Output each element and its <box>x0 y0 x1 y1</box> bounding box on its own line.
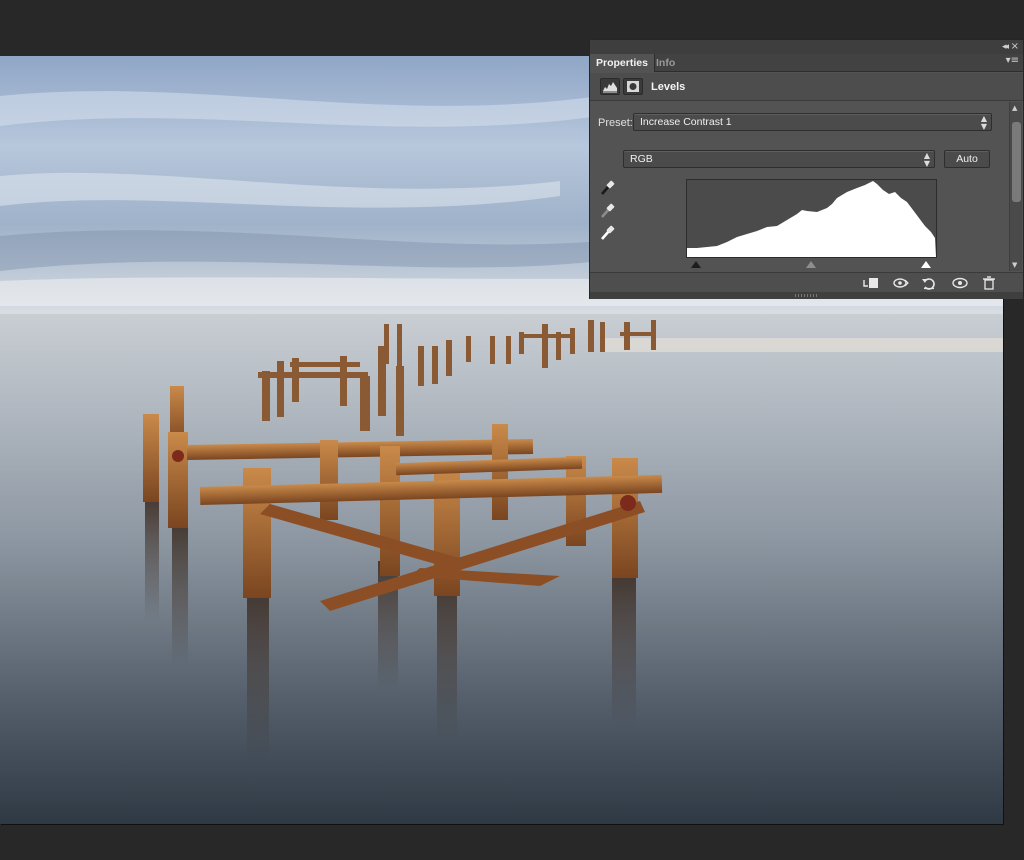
levels-histogram[interactable] <box>686 179 937 258</box>
black-point-eyedropper-icon[interactable] <box>598 179 616 197</box>
scroll-up-icon[interactable]: ▲ <box>1012 104 1017 112</box>
grip-dots <box>795 294 817 297</box>
collapse-panels-icon[interactable]: ◂◂ <box>1002 42 1009 52</box>
clip-to-layer-icon[interactable] <box>862 276 880 290</box>
white-point-eyedropper-icon[interactable] <box>598 224 616 242</box>
workspace: ◂◂ × Properties Info ▾≡ Levels Preset: I… <box>0 0 1024 860</box>
layer-mask-icon <box>627 81 639 92</box>
tab-info[interactable]: Info <box>650 54 681 72</box>
auto-button[interactable]: Auto <box>944 150 990 168</box>
channel-value: RGB <box>630 153 653 165</box>
visibility-eye-icon[interactable] <box>951 276 969 290</box>
scroll-down-icon[interactable]: ▼ <box>1012 261 1017 269</box>
gray-input-slider[interactable] <box>806 261 816 268</box>
levels-adjustment-button[interactable] <box>600 78 620 95</box>
levels-icon <box>603 82 617 93</box>
adjustment-title: Levels <box>651 81 686 93</box>
panel-menu-icon[interactable]: ▾≡ <box>1006 55 1019 66</box>
preset-value: Increase Contrast 1 <box>640 116 732 128</box>
tab-properties[interactable]: Properties <box>590 54 655 72</box>
gray-point-eyedropper-icon[interactable] <box>598 202 616 220</box>
reset-icon[interactable] <box>920 276 938 290</box>
layer-mask-button[interactable] <box>623 78 643 95</box>
trash-icon[interactable] <box>980 276 998 290</box>
dropdown-arrows-icon: ▲ ▼ <box>923 151 930 168</box>
panel-scrollbar[interactable]: ▲ ▼ <box>1009 102 1022 271</box>
view-previous-state-icon[interactable] <box>892 276 910 290</box>
white-input-slider[interactable] <box>921 261 931 268</box>
preset-dropdown[interactable]: Increase Contrast 1 ▲ ▼ <box>633 113 992 131</box>
close-panel-icon[interactable]: × <box>1011 41 1019 52</box>
panel-bottom-toolbar <box>590 272 1023 292</box>
black-input-slider[interactable] <box>691 261 701 268</box>
histogram-graph <box>687 181 936 257</box>
preset-label: Preset: <box>598 117 633 129</box>
adjustment-header: Levels <box>590 73 1023 101</box>
panel-tab-bar: Properties Info ▾≡ <box>590 54 1023 72</box>
dropdown-arrows-icon: ▲ ▼ <box>980 114 987 131</box>
properties-panel: ◂◂ × Properties Info ▾≡ Levels Preset: I… <box>589 39 1024 299</box>
channel-dropdown[interactable]: RGB ▲ ▼ <box>623 150 935 168</box>
panel-resize-grip[interactable] <box>590 292 1023 299</box>
panel-titlebar[interactable]: ◂◂ × <box>590 40 1023 54</box>
scroll-thumb[interactable] <box>1012 122 1021 202</box>
